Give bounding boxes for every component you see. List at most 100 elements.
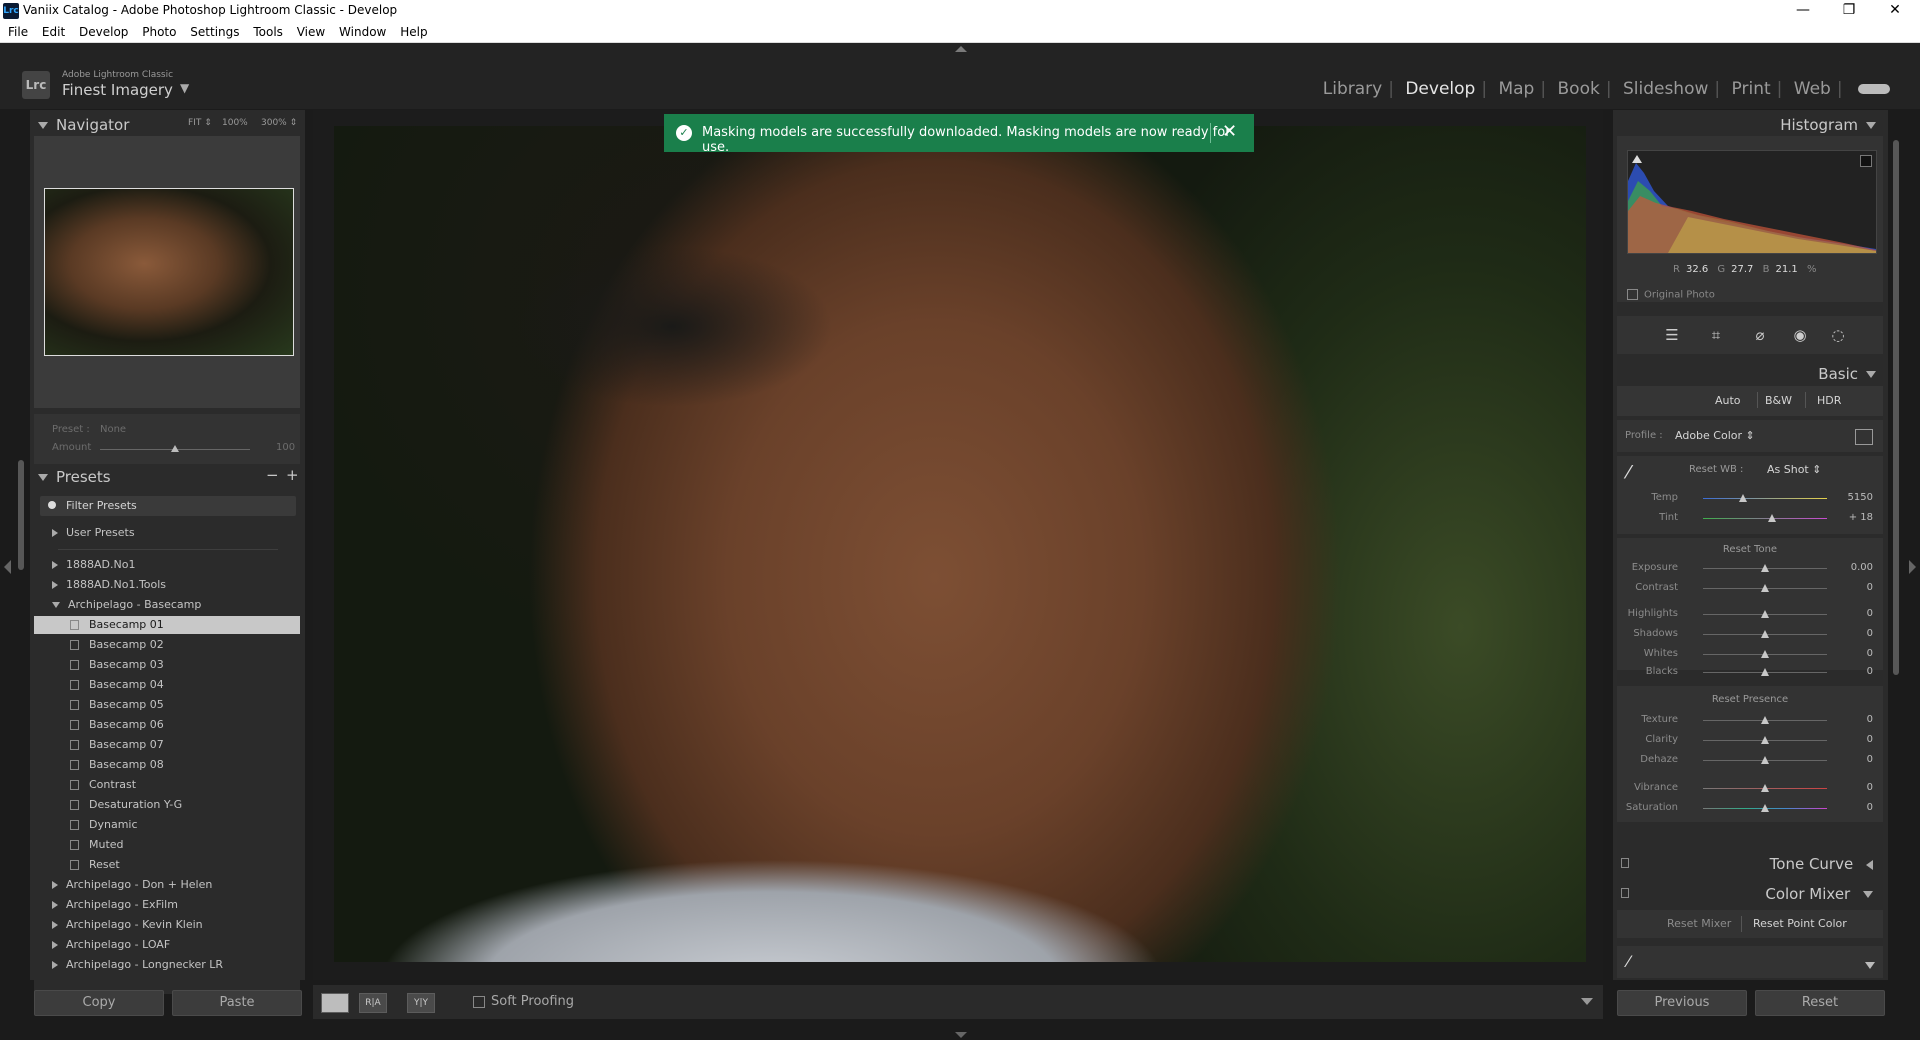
tone-curve-header[interactable]: Tone Curve: [1617, 853, 1883, 875]
slider-saturation[interactable]: Saturation 0: [1617, 800, 1883, 816]
module-map[interactable]: Map: [1492, 79, 1540, 99]
slider-whites[interactable]: Whites 0: [1617, 646, 1883, 662]
red-eye-icon[interactable]: ◉: [1791, 326, 1809, 344]
cloud-sync-icon[interactable]: [1858, 84, 1890, 94]
soft-proofing-toggle[interactable]: Soft Proofing: [473, 994, 574, 1009]
loupe-view-button[interactable]: [321, 993, 349, 1013]
preset-item[interactable]: Desaturation Y-G: [34, 796, 300, 814]
left-panel-scrollbar[interactable]: [18, 460, 24, 570]
slider-clarity[interactable]: Clarity 0: [1617, 732, 1883, 748]
before-after-mode-button[interactable]: Y|Y: [407, 993, 435, 1013]
reset-presence-label[interactable]: Reset Presence: [1617, 694, 1883, 705]
wb-select[interactable]: As Shot ⇕: [1767, 463, 1821, 476]
presets-header[interactable]: Presets: [38, 468, 111, 486]
preset-item[interactable]: Basecamp 07: [34, 736, 300, 754]
tree-group-user-presets[interactable]: User Presets: [34, 524, 300, 542]
slider-knob[interactable]: [1761, 716, 1769, 724]
preset-item[interactable]: Basecamp 05: [34, 696, 300, 714]
module-book[interactable]: Book: [1552, 79, 1606, 99]
remove-preset-button[interactable]: −: [266, 466, 279, 484]
reset-button[interactable]: Reset: [1755, 990, 1885, 1016]
panel-toggle-icon[interactable]: [1621, 888, 1629, 898]
menu-file[interactable]: File: [3, 22, 33, 42]
collapse-right-panel-icon[interactable]: [1909, 560, 1916, 574]
module-print[interactable]: Print: [1726, 79, 1777, 99]
module-develop[interactable]: Develop: [1399, 79, 1481, 99]
zoom-fit[interactable]: FIT ⇕: [188, 118, 212, 128]
auto-button[interactable]: Auto: [1715, 394, 1741, 407]
preset-item[interactable]: Basecamp 06: [34, 716, 300, 734]
slider-texture[interactable]: Texture 0: [1617, 712, 1883, 728]
preset-item[interactable]: Contrast: [34, 776, 300, 794]
menu-tools[interactable]: Tools: [248, 22, 288, 42]
slider-knob[interactable]: [1761, 804, 1769, 812]
module-web[interactable]: Web: [1788, 79, 1837, 99]
previous-button[interactable]: Previous: [1617, 990, 1747, 1016]
histogram-header[interactable]: Histogram: [1780, 116, 1876, 134]
tree-group[interactable]: Archipelago - Kevin Klein: [34, 916, 300, 934]
tree-group-1888ad-no1-tools[interactable]: 1888AD.No1.Tools: [34, 576, 300, 594]
dropdown-caret-icon[interactable]: [1865, 962, 1875, 969]
wb-eyedropper-icon[interactable]: ⁄: [1627, 462, 1649, 486]
add-preset-button[interactable]: +: [286, 466, 299, 484]
slider-highlights[interactable]: Highlights 0: [1617, 606, 1883, 622]
menu-photo[interactable]: Photo: [137, 22, 181, 42]
tree-group-archipelago-basecamp[interactable]: Archipelago - Basecamp: [34, 596, 300, 614]
filter-presets-field[interactable]: Filter Presets: [40, 496, 296, 516]
menu-edit[interactable]: Edit: [37, 22, 70, 42]
preset-item[interactable]: Dynamic: [34, 816, 300, 834]
main-photo[interactable]: [334, 126, 1586, 962]
tree-group[interactable]: Archipelago - ExFilm: [34, 896, 300, 914]
close-window-button[interactable]: ✕: [1872, 0, 1918, 22]
menu-develop[interactable]: Develop: [74, 22, 133, 42]
histogram-graph[interactable]: [1627, 150, 1877, 254]
slider-tint[interactable]: Tint + 18: [1617, 510, 1883, 526]
preset-item[interactable]: Basecamp 04: [34, 676, 300, 694]
healing-icon[interactable]: ⌀: [1751, 326, 1769, 344]
slider-knob[interactable]: [1761, 668, 1769, 676]
reset-point-color-label[interactable]: Reset Point Color: [1753, 917, 1847, 930]
edit-sliders-icon[interactable]: ☰: [1663, 326, 1681, 344]
slider-knob[interactable]: [1761, 610, 1769, 618]
module-library[interactable]: Library: [1317, 79, 1388, 99]
original-photo-toggle[interactable]: Original Photo: [1627, 289, 1715, 301]
navigator-header[interactable]: Navigator: [38, 116, 129, 134]
temp-knob[interactable]: [1739, 494, 1747, 502]
basic-header[interactable]: Basic: [1818, 365, 1876, 383]
before-after-button[interactable]: R|A: [359, 993, 387, 1013]
slider-knob[interactable]: [1761, 564, 1769, 572]
highlight-clipping-icon[interactable]: [1860, 155, 1872, 167]
slider-blacks[interactable]: Blacks 0: [1617, 664, 1883, 680]
slider-exposure[interactable]: Exposure 0.00: [1617, 560, 1883, 576]
hdr-button[interactable]: HDR: [1817, 394, 1841, 407]
tree-group[interactable]: Archipelago - LOAF: [34, 936, 300, 954]
copy-button[interactable]: Copy: [34, 990, 164, 1016]
reset-mixer-label[interactable]: Reset Mixer: [1667, 917, 1731, 930]
menu-help[interactable]: Help: [395, 22, 432, 42]
slider-dehaze[interactable]: Dehaze 0: [1617, 752, 1883, 768]
toolbar-menu-caret-icon[interactable]: [1581, 998, 1593, 1005]
collapse-filmstrip-icon[interactable]: [955, 1032, 967, 1038]
collapse-top-panel-icon[interactable]: [955, 46, 967, 52]
crop-icon[interactable]: ⌗: [1707, 326, 1725, 344]
slider-knob[interactable]: [1761, 784, 1769, 792]
slider-vibrance[interactable]: Vibrance 0: [1617, 780, 1883, 796]
tint-track[interactable]: [1703, 518, 1827, 519]
minimize-button[interactable]: —: [1780, 0, 1826, 22]
zoom-100[interactable]: 100%: [222, 118, 248, 128]
tree-group-1888ad-no1[interactable]: 1888AD.No1: [34, 556, 300, 574]
amount-slider-knob[interactable]: [171, 445, 179, 452]
preset-item[interactable]: Basecamp 03: [34, 656, 300, 674]
preset-item-selected[interactable]: Basecamp 01: [34, 616, 300, 634]
tint-knob[interactable]: [1768, 514, 1776, 522]
zoom-300[interactable]: 300% ⇕: [261, 118, 297, 128]
slider-contrast[interactable]: Contrast 0: [1617, 580, 1883, 596]
maximize-button[interactable]: ❐: [1826, 0, 1872, 22]
color-mixer-header[interactable]: Color Mixer: [1617, 883, 1883, 905]
preset-item[interactable]: Muted: [34, 836, 300, 854]
slider-knob[interactable]: [1761, 630, 1769, 638]
tree-group[interactable]: Archipelago - Don + Helen: [34, 876, 300, 894]
navigator-thumbnail[interactable]: [44, 188, 294, 356]
profile-select[interactable]: Adobe Color ⇕: [1675, 429, 1755, 442]
right-panel-scrollbar[interactable]: [1893, 140, 1899, 675]
